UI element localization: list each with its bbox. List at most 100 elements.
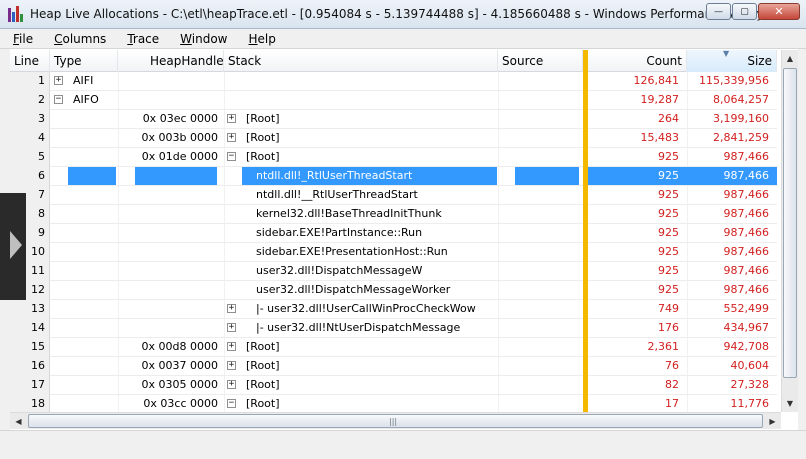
menu-help[interactable]: Help [236, 32, 284, 46]
table-row[interactable]: 5 0x 01de 0000 − [Root] 925 987,466 [10, 148, 777, 167]
cell-line: 14 [10, 319, 50, 338]
expand-icon[interactable]: + [227, 323, 236, 332]
cell-count: 82 [665, 378, 679, 391]
cell-count: 925 [658, 264, 679, 277]
cell-size: 987,466 [723, 283, 770, 296]
cell-count: 76 [665, 359, 679, 372]
table-row[interactable]: 9 sidebar.EXE!PartInstance::Run 925 987,… [10, 224, 777, 243]
window-frame-right [798, 49, 806, 430]
cell-size: 27,328 [730, 378, 770, 391]
cell-stack: sidebar.EXE!PresentationHost::Run [256, 245, 448, 258]
table-row[interactable]: 15 0x 00d8 0000 + [Root] 2,361 942,708 [10, 338, 777, 357]
column-header-line[interactable]: Line [10, 50, 50, 72]
cell-stack: |- user32.dll!UserCallWinProcCheckWow [256, 302, 476, 315]
expand-icon[interactable]: + [227, 342, 236, 351]
column-header-count[interactable]: Count [588, 50, 687, 72]
title-bar: Heap Live Allocations - C:\etl\heapTrace… [0, 0, 806, 29]
cell-stack: ntdll.dll!_RtlUserThreadStart [256, 169, 413, 182]
expand-icon[interactable]: + [227, 304, 236, 313]
horizontal-scroll-thumb[interactable]: ||| [28, 414, 763, 428]
table-row[interactable]: 14 + |- user32.dll!NtUserDispatchMessage… [10, 319, 777, 338]
table-row[interactable]: 8 kernel32.dll!BaseThreadInitThunk 925 9… [10, 205, 777, 224]
cell-stack: kernel32.dll!BaseThreadInitThunk [256, 207, 442, 220]
scroll-up-arrow-icon[interactable]: ▲ [782, 50, 798, 67]
column-header-heaphandle[interactable]: HeapHandle [118, 50, 224, 72]
menu-trace[interactable]: Trace [114, 32, 167, 46]
expand-icon[interactable]: + [227, 361, 236, 370]
cell-count: 2,361 [647, 340, 680, 353]
cell-line: 15 [10, 338, 50, 357]
table-row[interactable]: 17 0x 0305 0000 + [Root] 82 27,328 [10, 376, 777, 395]
cell-line: 5 [10, 148, 50, 167]
column-header-size[interactable]: ▼ Size [687, 50, 777, 72]
cell-heaphandle: 0x 003b 0000 [141, 131, 218, 144]
menu-columns[interactable]: Columns [41, 32, 114, 46]
column-header-type[interactable]: Type [50, 50, 118, 72]
table-row[interactable]: 13 + |- user32.dll!UserCallWinProcCheckW… [10, 300, 777, 319]
cell-size: 3,199,160 [713, 112, 769, 125]
table-row-selected[interactable]: 6 ntdll.dll!_RtlUserThreadStart 925 987,… [10, 167, 777, 186]
cell-stack: |- user32.dll!NtUserDispatchMessage [256, 321, 461, 334]
data-grid: Line Type HeapHandle Stack Source Count … [10, 50, 777, 412]
menu-file[interactable]: File [0, 32, 41, 46]
table-row[interactable]: 16 0x 0037 0000 + [Root] 76 40,604 [10, 357, 777, 376]
column-header-stack[interactable]: Stack [224, 50, 498, 72]
collapse-icon[interactable]: − [54, 95, 63, 104]
table-row[interactable]: 4 0x 003b 0000 + [Root] 15,483 2,841,259 [10, 129, 777, 148]
menu-window[interactable]: Window [167, 32, 235, 46]
cell-type: AIFI [73, 74, 94, 87]
pointer-triangle-icon [10, 231, 22, 259]
maximize-button[interactable]: ▢ [732, 3, 757, 20]
scroll-down-arrow-icon[interactable]: ▼ [782, 395, 798, 412]
cell-type: AIFO [73, 93, 99, 106]
expand-icon[interactable]: + [54, 76, 63, 85]
cell-line: 3 [10, 110, 50, 129]
cell-count: 749 [658, 302, 679, 315]
cell-line: 6 [10, 167, 50, 186]
cell-size: 11,776 [730, 397, 770, 410]
table-row[interactable]: 3 0x 03ec 0000 + [Root] 264 3,199,160 [10, 110, 777, 129]
cell-line: 4 [10, 129, 50, 148]
menu-bar: File Columns Trace Window Help [0, 29, 806, 49]
column-header-size-label: Size [747, 54, 772, 68]
frozen-column-divider[interactable] [583, 50, 588, 412]
cell-heaphandle: 0x 03ec 0000 [142, 112, 218, 125]
close-button[interactable]: ✕ [758, 3, 800, 20]
cell-size: 434,967 [723, 321, 770, 334]
expand-icon[interactable]: + [227, 380, 236, 389]
table-row[interactable]: 18 0x 03cc 0000 − [Root] 17 11,776 [10, 395, 777, 412]
grid-body: 1 + AIFI 126,841 115,339,956 2 − AIFO 19… [10, 72, 777, 412]
cell-count: 925 [658, 283, 679, 296]
expand-icon[interactable]: + [227, 133, 236, 142]
cell-line: 1 [10, 72, 50, 91]
horizontal-scrollbar[interactable]: ◀ ||| ▶ [10, 412, 781, 429]
table-row[interactable]: 11 user32.dll!DispatchMessageW 925 987,4… [10, 262, 777, 281]
vertical-scroll-thumb[interactable] [783, 68, 797, 378]
cell-heaphandle: 0x 0037 0000 [141, 359, 219, 372]
cell-line: 13 [10, 300, 50, 319]
table-row[interactable]: 10 sidebar.EXE!PresentationHost::Run 925… [10, 243, 777, 262]
cell-size: 115,339,956 [699, 74, 769, 87]
table-row[interactable]: 2 − AIFO 19,287 8,064,257 [10, 91, 777, 110]
expand-icon[interactable]: + [227, 114, 236, 123]
minimize-button[interactable]: — [706, 3, 731, 20]
table-row[interactable]: 12 user32.dll!DispatchMessageWorker 925 … [10, 281, 777, 300]
table-row[interactable]: 1 + AIFI 126,841 115,339,956 [10, 72, 777, 91]
collapse-icon[interactable]: − [227, 152, 236, 161]
cell-count: 925 [658, 150, 679, 163]
cell-count: 925 [658, 245, 679, 258]
cell-stack: user32.dll!DispatchMessageW [256, 264, 423, 277]
cell-stack: [Root] [246, 112, 280, 125]
vertical-scrollbar[interactable]: ▲ ▼ [781, 50, 798, 412]
cell-stack: [Root] [246, 359, 280, 372]
cell-size: 987,466 [723, 264, 770, 277]
collapse-icon[interactable]: − [227, 399, 236, 408]
column-header-source[interactable]: Source [498, 50, 583, 72]
cell-count: 19,287 [640, 93, 680, 106]
cell-size: 942,708 [723, 340, 770, 353]
scroll-right-arrow-icon[interactable]: ▶ [764, 413, 781, 430]
scroll-left-arrow-icon[interactable]: ◀ [10, 413, 27, 430]
cell-heaphandle: 0x 01de 0000 [141, 150, 218, 163]
table-row[interactable]: 7 ntdll.dll!__RtlUserThreadStart 925 987… [10, 186, 777, 205]
cell-stack: [Root] [246, 397, 280, 410]
